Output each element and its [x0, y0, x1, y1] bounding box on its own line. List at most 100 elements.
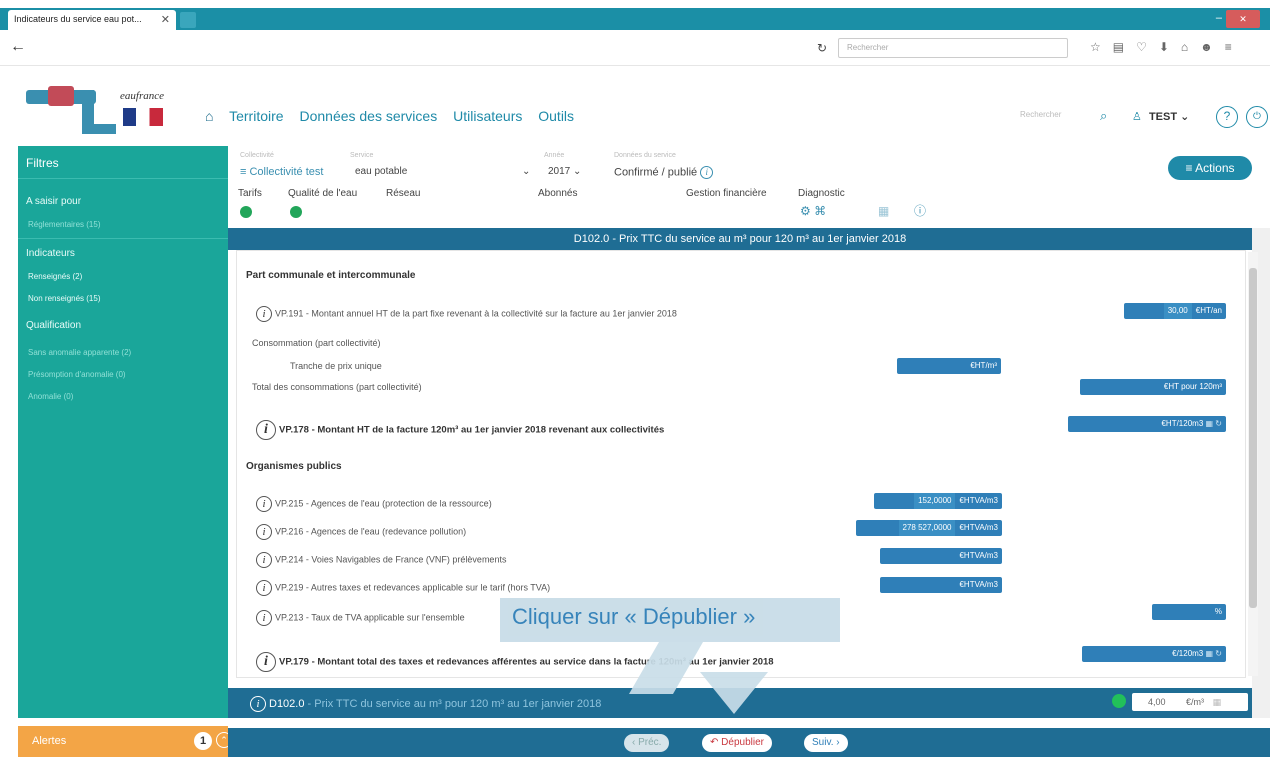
annee-select[interactable]: 2017 ⌄	[548, 166, 581, 177]
next-label: Suiv.	[812, 737, 834, 748]
row-vp219: i VP.219 - Autres taxes et redevances app…	[256, 580, 550, 596]
close-window-button[interactable]: ✕	[1226, 10, 1260, 28]
filter-renseignes[interactable]: Renseignés (2)	[28, 272, 82, 281]
calculator-icon[interactable]: ▦	[1213, 697, 1222, 707]
tranche-input[interactable]: €HT/m³	[897, 358, 1001, 374]
vp178-input[interactable]: €HT/120m3 ▦ ↻	[1068, 416, 1226, 432]
chevron-down-icon: ⌄	[1180, 111, 1190, 123]
calculator-icon[interactable]: ▦	[1206, 419, 1214, 428]
nav-utilisateurs[interactable]: Utilisateurs	[453, 108, 522, 124]
vp215-input[interactable]: 152,0000 €HTVA/m3	[874, 493, 1002, 509]
info-icon[interactable]: i	[250, 696, 266, 712]
info-icon[interactable]: i	[256, 610, 272, 626]
row-vp213: i VP.213 - Taux de TVA applicable sur l'e…	[256, 610, 465, 626]
vp191-input[interactable]: 30,00 €HT/an	[1124, 303, 1226, 319]
browser-tab[interactable]: Indicateurs du service eau pot... ✕	[8, 10, 176, 30]
depublier-button[interactable]: ↶ Dépublier	[702, 734, 772, 752]
chevron-right-icon: ›	[833, 737, 840, 748]
info-icon[interactable]: i	[256, 580, 272, 596]
browser-search-input[interactable]: Rechercher	[838, 38, 1068, 58]
user-menu[interactable]: ♙ TEST ⌄	[1132, 110, 1189, 123]
next-button[interactable]: Suiv. ›	[804, 734, 848, 752]
vp216-unit: €HTVA/m3	[959, 523, 998, 532]
table-icon[interactable]: ▦	[878, 204, 889, 218]
info-icon[interactable]: i	[256, 306, 272, 322]
browser-toolbar-icons[interactable]: ☆▤♡⬇⌂☻≡	[1090, 40, 1244, 54]
filter-non-renseignes[interactable]: Non renseignés (15)	[28, 294, 100, 303]
nav-donnees-services[interactable]: Données des services	[299, 108, 437, 124]
info-icon[interactable]: i	[256, 552, 272, 568]
tab-abonnes[interactable]: Abonnés	[538, 188, 577, 199]
info-icon[interactable]: i	[256, 652, 276, 672]
filter-presomption-anomalie[interactable]: Présomption d'anomalie (0)	[28, 370, 126, 379]
info-icon[interactable]: i	[256, 420, 276, 440]
scrollbar-thumb[interactable]	[1249, 268, 1257, 608]
tab-diagnostic[interactable]: Diagnostic	[798, 188, 845, 199]
refresh-icon[interactable]: ↻	[1215, 649, 1222, 658]
etat-value: Confirmé / publié i	[614, 166, 716, 179]
result-code: D102.0	[269, 697, 305, 710]
chevron-down-icon[interactable]: ⌄	[522, 166, 530, 177]
alertes-panel[interactable]: Alertes 1 ⌃	[18, 726, 232, 757]
logout-icon[interactable]: ⏻	[1246, 106, 1268, 128]
tab-gestion-financiere[interactable]: Gestion financière	[686, 188, 767, 199]
search-icon[interactable]: ⌕	[1100, 108, 1107, 124]
collectivite-select[interactable]: ≡ Collectivité test	[240, 166, 323, 178]
close-tab-icon[interactable]: ✕	[161, 13, 170, 26]
tab-tarifs[interactable]: Tarifs	[238, 188, 262, 199]
minimize-icon[interactable]: –	[1216, 12, 1222, 24]
info-icon[interactable]: ⓘ	[914, 202, 926, 219]
vp213-input[interactable]: %	[1152, 604, 1226, 620]
info-icon[interactable]: i	[256, 524, 272, 540]
sidebar-divider	[18, 178, 228, 179]
row-vp191: i VP.191 - Montant annuel HT de la part f…	[256, 306, 677, 322]
header-search-input[interactable]: Rechercher	[1020, 110, 1061, 119]
sidebar-section-qualification: Qualification	[26, 320, 82, 331]
alertes-count-badge: 1	[194, 732, 212, 750]
vp179-unit: €/120m3	[1172, 649, 1204, 658]
home-icon[interactable]: ⌂	[205, 108, 213, 124]
section-organismes-publics: Organismes publics	[246, 461, 342, 472]
total-conso-input[interactable]: €HT pour 120m³	[1080, 379, 1226, 395]
logo-pipe-red	[48, 86, 74, 106]
diagnostic-icons[interactable]: ⚙ ⌘	[800, 204, 826, 218]
vp179-input[interactable]: €/120m3 ▦ ↻	[1082, 646, 1226, 662]
back-arrow-icon[interactable]: ←	[10, 38, 26, 56]
prev-label: Préc.	[638, 737, 662, 748]
reload-icon[interactable]: ↻	[817, 41, 827, 55]
calculator-icon[interactable]: ▦	[1206, 649, 1214, 658]
vp216-input[interactable]: 278 527,0000 €HTVA/m3	[856, 520, 1002, 536]
help-icon[interactable]: ?	[1216, 106, 1238, 128]
nav-territoire[interactable]: Territoire	[229, 108, 283, 124]
filter-anomalie[interactable]: Anomalie (0)	[28, 392, 73, 401]
undo-icon: ↶	[710, 737, 722, 748]
result-label: i D102.0 - Prix TTC du service au m³ pour…	[250, 696, 601, 712]
info-icon[interactable]: i	[700, 166, 714, 179]
new-tab-button[interactable]	[180, 12, 196, 28]
nav-outils[interactable]: Outils	[538, 108, 574, 124]
eaufrance-logo[interactable]: eaufrance	[20, 86, 180, 146]
service-label: Service	[350, 152, 374, 159]
republique-logo	[123, 108, 163, 126]
service-value[interactable]: eau potable	[355, 166, 407, 177]
vp178-unit: €HT/120m3	[1161, 419, 1204, 428]
info-icon[interactable]: i	[256, 496, 272, 512]
vp178-label: VP.178 - Montant HT de la facture 120m³ …	[279, 424, 665, 436]
refresh-icon[interactable]: ↻	[1215, 419, 1222, 428]
filters-sidebar: Filtres A saisir pour Réglementaires (15…	[18, 146, 228, 718]
vp219-label: VP.219 - Autres taxes et redevances appl…	[275, 582, 551, 593]
annee-value: 2017	[548, 166, 571, 177]
filter-reglementaires[interactable]: Réglementaires (15)	[28, 220, 100, 229]
section-part-communale: Part communale et intercommunale	[246, 270, 416, 281]
indicator-title: D102.0 - Prix TTC du service au m³ pour …	[228, 228, 1252, 250]
vp219-input[interactable]: €HTVA/m3	[880, 577, 1002, 593]
tab-qualite-eau[interactable]: Qualité de l'eau	[288, 188, 357, 199]
result-unit: €/m³	[1186, 697, 1205, 707]
filter-sans-anomalie[interactable]: Sans anomalie apparente (2)	[28, 348, 131, 357]
actions-button[interactable]: ≡ Actions	[1168, 156, 1252, 180]
vp214-input[interactable]: €HTVA/m3	[880, 548, 1002, 564]
prev-button[interactable]: ‹ Préc.	[624, 734, 670, 752]
collectivite-label: Collectivité	[240, 152, 274, 159]
vp214-label: VP.214 - Voies Navigables de France (VNF…	[275, 554, 507, 565]
tab-reseau[interactable]: Réseau	[386, 188, 420, 199]
